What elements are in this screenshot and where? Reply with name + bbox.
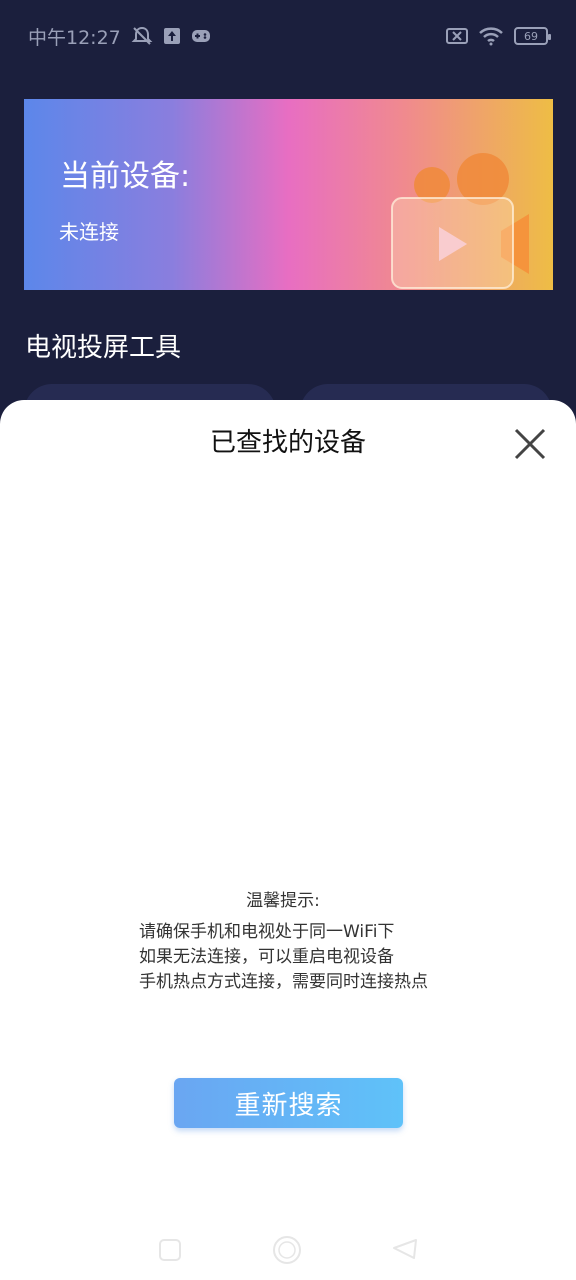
status-bar: 中午12:27 69 [0, 0, 576, 72]
upload-icon [163, 27, 181, 45]
tip-item: 如果无法连接，可以重启电视设备 [139, 947, 394, 967]
battery-icon: 69 [514, 27, 551, 45]
back-icon [393, 1239, 417, 1259]
wifi-icon [478, 26, 504, 46]
tip-item: 手机热点方式连接，需要同时连接热点 [139, 972, 428, 992]
tip-item: 请确保手机和电视处于同一WiFi下 [139, 922, 395, 942]
status-right: 69 [446, 26, 551, 46]
status-left: 中午12:27 [28, 23, 211, 50]
tips-list: 请确保手机和电视处于同一WiFi下 如果无法连接，可以重启电视设备 手机热点方式… [139, 920, 428, 995]
status-time: 中午12:27 [28, 26, 121, 49]
video-camera-illustration [391, 153, 529, 289]
found-devices-sheet: 已查找的设备 温馨提示: 请确保手机和电视处于同一WiFi下 如果无法连接，可以… [0, 400, 576, 1280]
recent-apps-icon [159, 1239, 181, 1261]
current-device-card[interactable]: 当前设备: 未连接 [24, 99, 553, 290]
home-button[interactable] [272, 1235, 302, 1265]
device-status: 未连接 [59, 220, 119, 244]
navigation-bar [0, 1220, 576, 1280]
back-button[interactable] [392, 1238, 418, 1262]
section-title: 电视投屏工具 [25, 333, 182, 363]
recent-apps-button[interactable] [158, 1238, 182, 1262]
gamepad-icon [191, 28, 211, 44]
mute-bell-icon [131, 25, 153, 47]
sim-off-icon [446, 27, 468, 45]
close-icon [514, 428, 546, 460]
home-icon [273, 1236, 301, 1264]
tips-heading: 温馨提示: [246, 891, 320, 911]
device-title: 当前设备: [60, 159, 191, 194]
battery-level: 69 [524, 29, 538, 43]
research-button[interactable]: 重新搜索 [174, 1078, 403, 1128]
close-button[interactable] [508, 422, 552, 466]
sheet-title: 已查找的设备 [209, 428, 366, 458]
